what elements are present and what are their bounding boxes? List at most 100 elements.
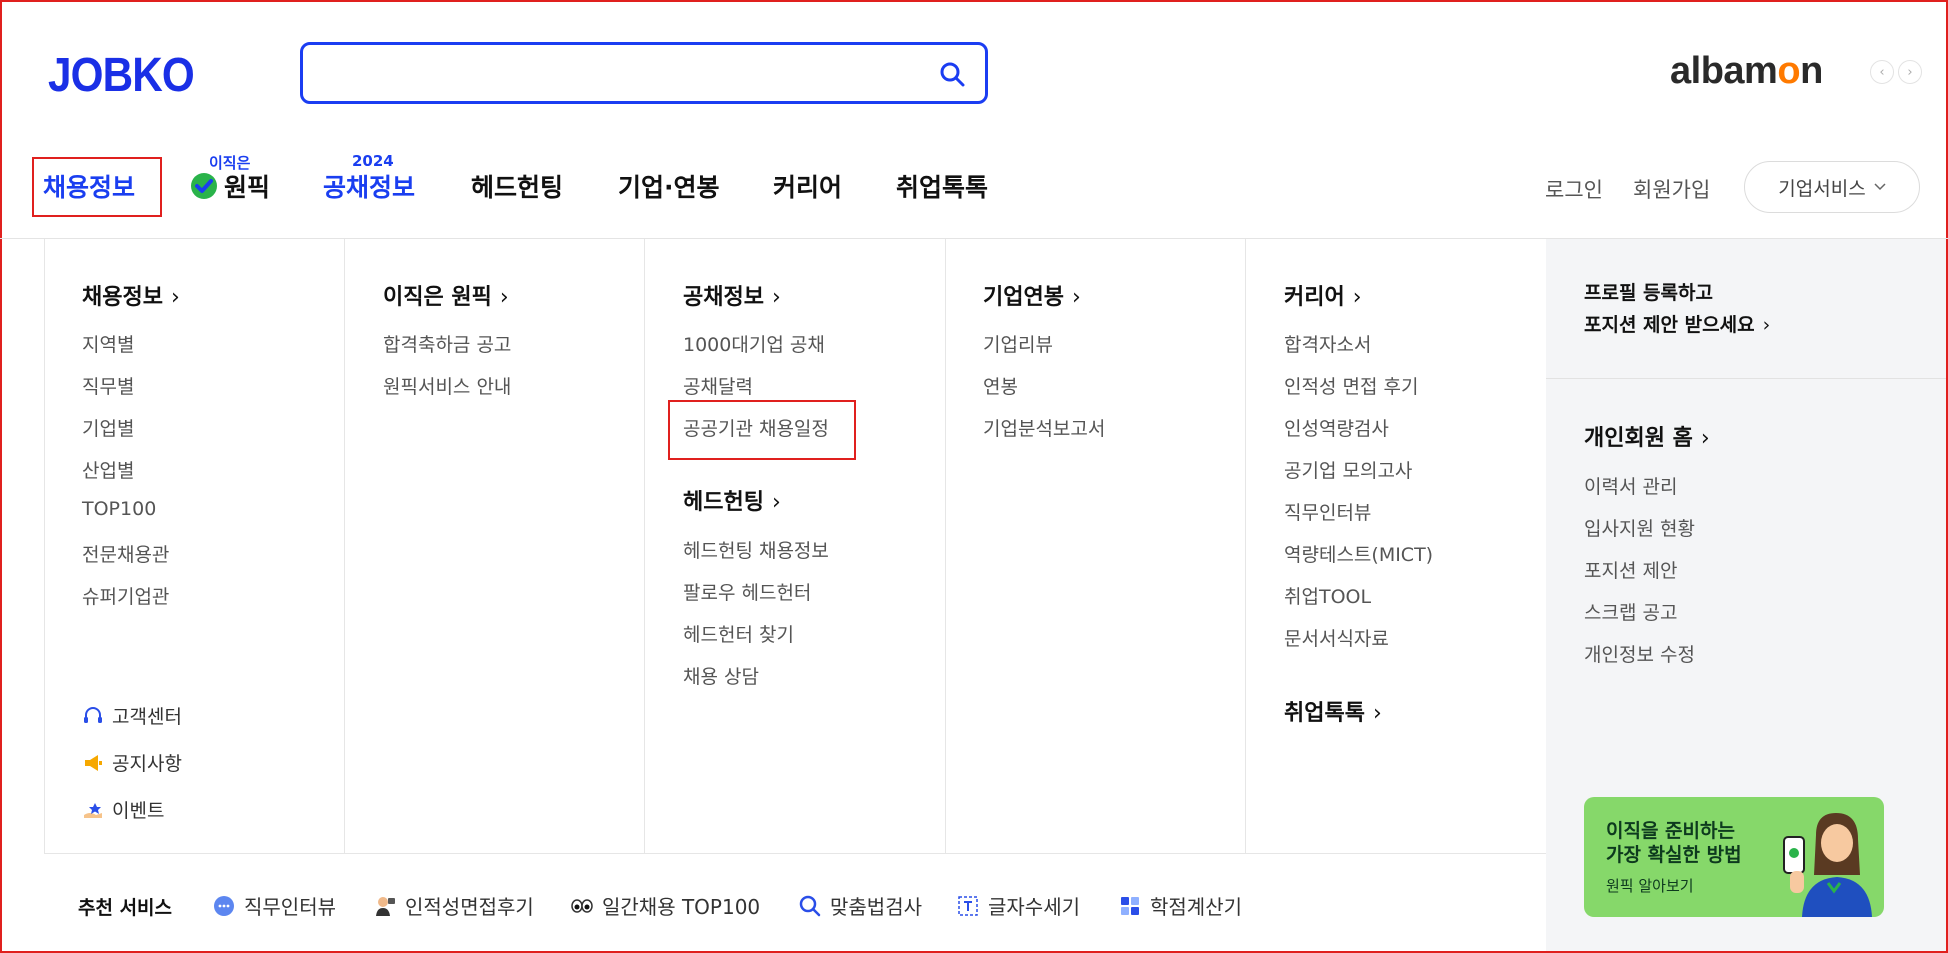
- menu-public-head[interactable]: 공채정보 ›: [683, 279, 781, 311]
- rec-job-interview-label: 직무인터뷰: [244, 895, 336, 919]
- menu-link-onepick-guide[interactable]: 원픽서비스 안내: [383, 372, 511, 399]
- menu-link-hh-find[interactable]: 헤드헌터 찾기: [683, 620, 794, 647]
- menu-link-specialist[interactable]: 전문채용관: [82, 540, 169, 567]
- chevron-right-icon: ›: [499, 285, 509, 310]
- notice-label: 공지사항: [112, 753, 182, 775]
- menu-company-head[interactable]: 기업연봉 ›: [983, 279, 1081, 311]
- rec-char-count[interactable]: 글자수세기: [956, 891, 1080, 920]
- menu-link-hh-follow[interactable]: 팔로우 헤드헌터: [683, 578, 811, 605]
- chevron-right-icon[interactable]: ›: [1898, 60, 1922, 84]
- rec-spell-check[interactable]: 맞춤법검사: [798, 891, 922, 920]
- menu-link-bonus[interactable]: 합격축하금 공고: [383, 330, 511, 357]
- menu-link-hh-jobs[interactable]: 헤드헌팅 채용정보: [683, 536, 829, 563]
- menu-link-job[interactable]: 직무별: [82, 372, 134, 399]
- nav-onepick[interactable]: 원픽: [224, 168, 270, 204]
- column-divider: [644, 239, 645, 853]
- menu-onepick-head[interactable]: 이직은 원픽 ›: [383, 279, 509, 311]
- search-box[interactable]: [300, 42, 988, 104]
- rec-aptitude-review-label: 인적성면접후기: [405, 895, 534, 919]
- menu-link-scrap[interactable]: 스크랩 공고: [1584, 598, 1677, 625]
- biz-service-button[interactable]: 기업서비스: [1744, 161, 1920, 213]
- profile-promo-link[interactable]: 프로필 등록하고 포지션 제안 받으세요 ›: [1584, 277, 1770, 341]
- nav-job-talk[interactable]: 취업톡톡: [896, 168, 988, 204]
- rec-char-count-label: 글자수세기: [988, 895, 1080, 919]
- rec-gpa-calc[interactable]: 학점계산기: [1118, 891, 1242, 920]
- nav-public-recruit[interactable]: 공채정보: [323, 168, 415, 204]
- recommend-title: 추천 서비스: [78, 897, 173, 919]
- menu-link-tool[interactable]: 취업TOOL: [1284, 582, 1371, 609]
- menu-link-offers[interactable]: 포지션 제안: [1584, 556, 1677, 583]
- menu-recruit-head[interactable]: 채용정보 ›: [82, 279, 180, 311]
- chevron-right-icon: ›: [170, 285, 180, 310]
- link-highlight-box: [668, 400, 856, 460]
- notice-link[interactable]: 공지사항: [82, 749, 182, 776]
- nav-headhunting[interactable]: 헤드헌팅: [471, 168, 563, 204]
- menu-link-job-interview[interactable]: 직무인터뷰: [1284, 498, 1371, 525]
- chat-bubble-icon: [214, 895, 234, 916]
- column-divider: [44, 239, 45, 853]
- event-link[interactable]: 이벤트: [82, 796, 164, 823]
- gift-hand-icon: [84, 802, 102, 818]
- menu-link-edit-profile[interactable]: 개인정보 수정: [1584, 640, 1695, 667]
- rec-daily-top100[interactable]: 일간채용 TOP100: [570, 891, 760, 920]
- person-illustration-icon: [1783, 813, 1872, 917]
- albamon-logo[interactable]: albamon: [1670, 50, 1823, 93]
- rec-aptitude-review[interactable]: 인적성면접후기: [373, 891, 534, 920]
- megaphone-icon: [85, 754, 102, 771]
- personal-home-head[interactable]: 개인회원 홈 ›: [1584, 420, 1710, 452]
- menu-jobtalk-head[interactable]: 취업톡톡 ›: [1284, 695, 1382, 727]
- chevron-left-icon[interactable]: ‹: [1870, 60, 1894, 84]
- banner-headline: 이직을 준비하는 가장 확실한 방법: [1606, 820, 1742, 866]
- rec-gpa-calc-label: 학점계산기: [1150, 895, 1242, 919]
- menu-link-super-company[interactable]: 슈퍼기업관: [82, 582, 169, 609]
- chevron-right-icon: ›: [1372, 701, 1382, 726]
- chevron-down-icon: [1874, 183, 1886, 191]
- menu-link-personality[interactable]: 인성역량검사: [1284, 414, 1389, 441]
- column-divider: [1245, 239, 1246, 853]
- menu-link-hh-consult[interactable]: 채용 상담: [683, 662, 759, 689]
- customer-center-label: 고객센터: [112, 706, 182, 728]
- magnifier-icon: [799, 895, 821, 916]
- promo-line-2: 포지션 제안 받으세요 ›: [1584, 314, 1771, 336]
- search-input[interactable]: [317, 55, 921, 93]
- menu-link-mock-test[interactable]: 공기업 모의고사: [1284, 456, 1412, 483]
- menu-link-salary[interactable]: 연봉: [983, 372, 1018, 399]
- nav-recruit-info[interactable]: 채용정보: [43, 168, 135, 204]
- rec-job-interview[interactable]: 직무인터뷰: [212, 891, 336, 920]
- chevron-right-icon: ›: [1071, 285, 1081, 310]
- menu-link-review[interactable]: 기업리뷰: [983, 330, 1053, 357]
- menu-career-head[interactable]: 커리어 ›: [1284, 279, 1362, 311]
- event-label: 이벤트: [112, 800, 165, 822]
- login-link[interactable]: 로그인: [1545, 174, 1603, 204]
- menu-link-company[interactable]: 기업별: [82, 414, 134, 441]
- menu-link-top100[interactable]: TOP100: [82, 498, 156, 520]
- menu-link-mict[interactable]: 역량테스트(MICT): [1284, 540, 1433, 567]
- bottom-divider: [44, 853, 1546, 854]
- menu-link-report[interactable]: 기업분석보고서: [983, 414, 1105, 441]
- search-icon[interactable]: [939, 61, 965, 87]
- promo-line-1: 프로필 등록하고: [1584, 282, 1713, 304]
- text-count-icon: [958, 895, 978, 916]
- menu-link-region[interactable]: 지역별: [82, 330, 134, 357]
- nav-career[interactable]: 커리어: [773, 168, 842, 204]
- brand-switcher: ‹ ›: [1870, 60, 1922, 84]
- interview-person-icon: [376, 896, 395, 916]
- menu-link-industry[interactable]: 산업별: [82, 456, 134, 483]
- menu-link-applications[interactable]: 입사지원 현황: [1584, 514, 1695, 541]
- menu-link-documents[interactable]: 문서서식자료: [1284, 624, 1389, 651]
- jobko-logo[interactable]: JOBKO: [48, 48, 195, 103]
- menu-link-resume[interactable]: 이력서 관리: [1584, 472, 1677, 499]
- banner-link: 원픽 알아보기: [1606, 877, 1694, 895]
- nav-company-salary[interactable]: 기업·연봉: [618, 168, 720, 204]
- biz-service-label: 기업서비스: [1778, 177, 1866, 200]
- onepick-banner[interactable]: 이직을 준비하는 가장 확실한 방법 원픽 알아보기: [1584, 797, 1884, 917]
- check-icon: [191, 173, 217, 199]
- menu-link-top1000[interactable]: 1000대기업 공채: [683, 330, 825, 357]
- menu-link-interview[interactable]: 인적성 면접 후기: [1284, 372, 1418, 399]
- menu-link-cover-letter[interactable]: 합격자소서: [1284, 330, 1371, 357]
- menu-headhunting-head[interactable]: 헤드헌팅 ›: [683, 484, 781, 516]
- customer-center-link[interactable]: 고객센터: [82, 702, 182, 729]
- menu-link-calendar[interactable]: 공채달력: [683, 372, 753, 399]
- signup-link[interactable]: 회원가입: [1633, 174, 1710, 204]
- chevron-right-icon: ›: [771, 490, 781, 515]
